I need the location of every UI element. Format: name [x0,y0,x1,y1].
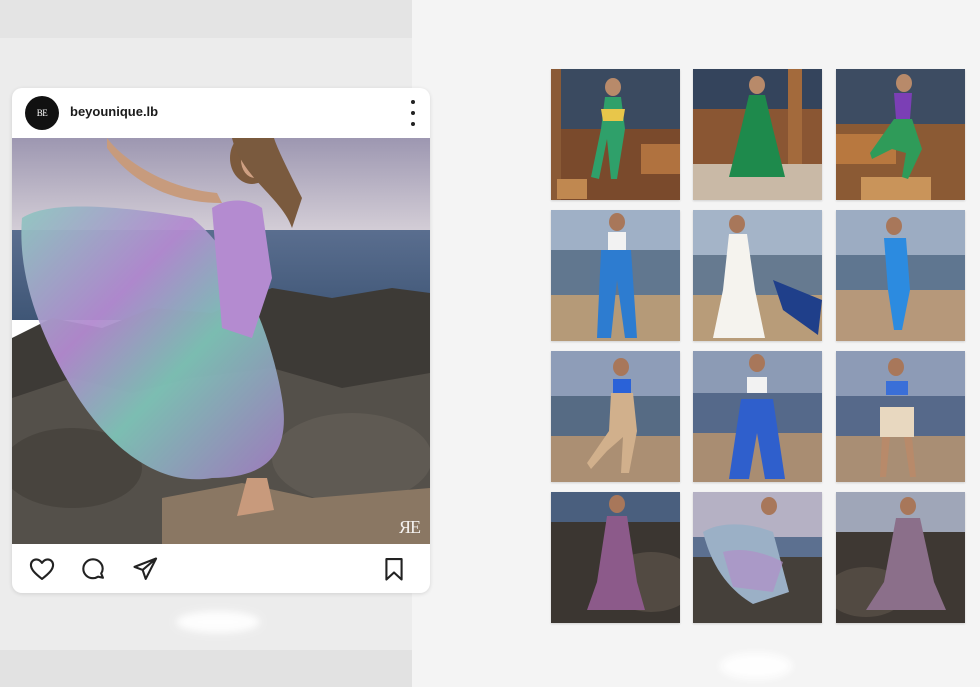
bookmark-icon[interactable] [380,555,408,583]
background-band-bottom [0,650,412,687]
more-options-icon[interactable] [406,100,420,126]
watermark-logo: ЯE [398,517,421,537]
post-actions-bar [12,544,430,593]
blur-smudge [720,653,792,679]
grid-photo-4[interactable] [551,210,680,341]
grid-photo-12[interactable] [836,492,965,623]
share-icon[interactable] [131,555,159,583]
comment-icon[interactable] [79,555,107,583]
grid-photo-8[interactable] [693,351,822,482]
photo-grid [551,69,965,623]
grid-photo-10[interactable] [551,492,680,623]
grid-photo-3[interactable] [836,69,965,200]
avatar-logo-text: BE [36,108,48,118]
post-photo[interactable]: ЯE [12,138,430,544]
heart-icon[interactable] [28,555,56,583]
post-photo-image [12,138,430,544]
instagram-post-card: BE beyounique.lb ЯE [12,88,430,593]
grid-photo-11[interactable] [693,492,822,623]
profile-avatar[interactable]: BE [25,96,59,130]
grid-photo-1[interactable] [551,69,680,200]
grid-photo-9[interactable] [836,351,965,482]
grid-photo-6[interactable] [836,210,965,341]
background-band-top [0,0,412,38]
blur-smudge [176,611,260,633]
grid-photo-5[interactable] [693,210,822,341]
post-header: BE beyounique.lb [12,88,430,138]
grid-photo-7[interactable] [551,351,680,482]
grid-photo-2[interactable] [693,69,822,200]
username[interactable]: beyounique.lb [70,104,158,119]
